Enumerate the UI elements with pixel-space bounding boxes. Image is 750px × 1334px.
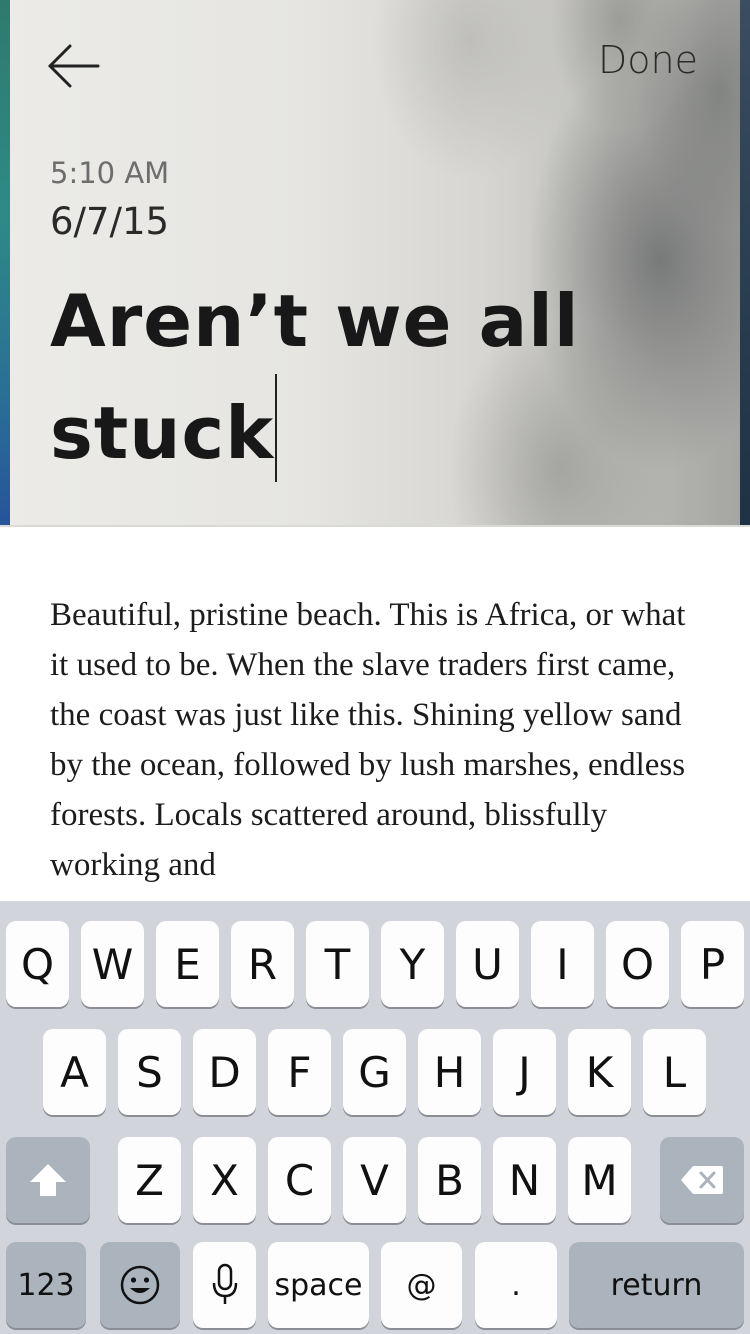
note-header: Done 5:10 AM 6/7/15 Aren’t we all stuck: [0, 0, 750, 527]
key-n[interactable]: N: [493, 1137, 556, 1223]
space-key[interactable]: space: [268, 1242, 369, 1328]
dictation-key[interactable]: [193, 1242, 256, 1328]
key-g[interactable]: G: [343, 1029, 406, 1115]
backspace-icon: [681, 1166, 723, 1194]
key-t[interactable]: T: [306, 921, 369, 1007]
arrow-left-icon: [48, 44, 100, 88]
key-d[interactable]: D: [193, 1029, 256, 1115]
key-v[interactable]: V: [343, 1137, 406, 1223]
note-date: 6/7/15: [50, 200, 170, 243]
key-m[interactable]: M: [568, 1137, 631, 1223]
key-r[interactable]: R: [231, 921, 294, 1007]
key-i[interactable]: I: [531, 921, 594, 1007]
delete-key[interactable]: [660, 1137, 744, 1223]
at-key[interactable]: @: [381, 1242, 462, 1328]
key-z[interactable]: Z: [118, 1137, 181, 1223]
note-title-field[interactable]: Aren’t we all stuck: [50, 268, 690, 486]
key-j[interactable]: J: [493, 1029, 556, 1115]
key-w[interactable]: W: [81, 921, 144, 1007]
key-a[interactable]: A: [43, 1029, 106, 1115]
key-s[interactable]: S: [118, 1029, 181, 1115]
note-body-text[interactable]: Beautiful, pristine beach. This is Afric…: [50, 590, 710, 890]
note-time: 5:10 AM: [50, 156, 170, 190]
return-key[interactable]: return: [569, 1242, 744, 1328]
smiley-icon: [120, 1265, 160, 1305]
key-y[interactable]: Y: [381, 921, 444, 1007]
key-f[interactable]: F: [268, 1029, 331, 1115]
shift-arrow-icon: [30, 1164, 66, 1196]
text-cursor: [275, 374, 278, 482]
key-k[interactable]: K: [568, 1029, 631, 1115]
done-button[interactable]: Done: [598, 38, 698, 82]
numbers-key[interactable]: 123: [6, 1242, 86, 1328]
shift-key[interactable]: [6, 1137, 90, 1223]
header-divider: [0, 525, 750, 527]
key-x[interactable]: X: [193, 1137, 256, 1223]
background-edge-right: [740, 0, 750, 527]
key-b[interactable]: B: [418, 1137, 481, 1223]
key-u[interactable]: U: [456, 921, 519, 1007]
back-button[interactable]: [44, 40, 104, 92]
key-p[interactable]: P: [681, 921, 744, 1007]
key-e[interactable]: E: [156, 921, 219, 1007]
key-l[interactable]: L: [643, 1029, 706, 1115]
microphone-icon: [212, 1263, 237, 1304]
key-q[interactable]: Q: [6, 921, 69, 1007]
emoji-key[interactable]: [100, 1242, 180, 1328]
background-edge-left: [0, 0, 10, 527]
key-o[interactable]: O: [606, 921, 669, 1007]
note-title-text: Aren’t we all stuck: [50, 279, 580, 475]
key-c[interactable]: C: [268, 1137, 331, 1223]
key-h[interactable]: H: [418, 1029, 481, 1115]
keyboard: Q W E R T Y U I O P A S D F G H J K L Z …: [0, 901, 750, 1334]
period-key[interactable]: .: [475, 1242, 557, 1328]
